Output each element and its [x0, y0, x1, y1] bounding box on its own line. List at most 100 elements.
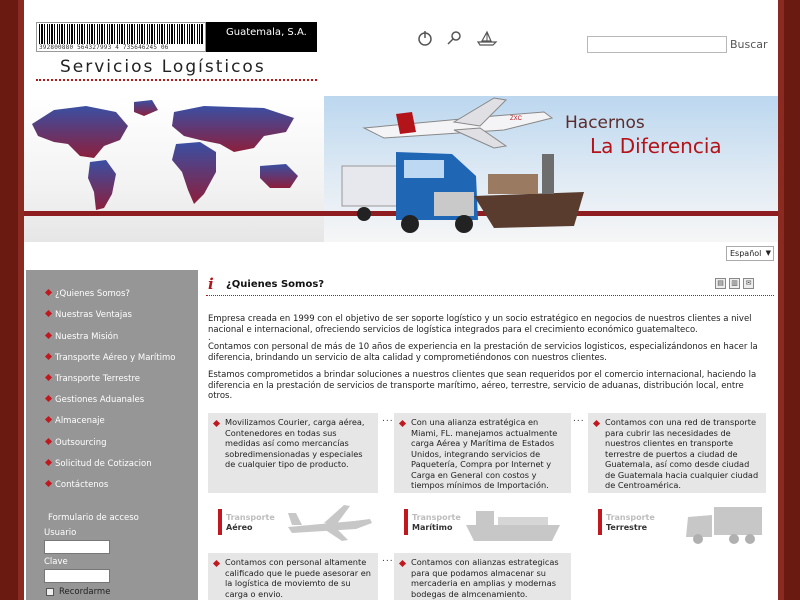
info-box-text: Contamos con una red de transporte para … — [605, 417, 759, 490]
brand-title: Servicios Logísticos — [60, 57, 266, 77]
red-bar — [404, 509, 408, 535]
pdf-icon[interactable]: ▤ — [715, 278, 726, 289]
ship-icon — [466, 511, 560, 541]
hero-banner: ZXC Hacernos La Diferencia — [24, 96, 778, 242]
transport-aereo: Transporte Aéreo — [208, 503, 378, 543]
language-select[interactable]: Español ▼ — [726, 246, 774, 261]
brand-underline — [36, 79, 317, 81]
barcode-number: 392800880 564327993 4 735646245 06 — [39, 44, 169, 51]
bullet-icon — [44, 479, 53, 488]
sidebar-item-label: Nuestra Misión — [55, 332, 119, 342]
bullet-icon — [44, 458, 53, 467]
truck-icon — [686, 507, 762, 544]
sidebar-item-aereo-maritimo[interactable]: Transporte Aéreo y Marítimo — [44, 352, 176, 363]
username-field[interactable] — [44, 540, 110, 554]
slogan-line-1: Hacernos — [565, 113, 645, 133]
sidebar-item-label: ¿Quienes Somos? — [55, 289, 130, 299]
section-divider — [206, 295, 774, 296]
sidebar-item-terrestre[interactable]: Transporte Terrestre — [44, 373, 140, 384]
info-box: Contamos con una red de transporte para … — [588, 413, 766, 493]
barcode-logo: 392800880 564327993 4 735646245 06 — [36, 22, 206, 52]
sidebar-item-quienes-somos[interactable]: ¿Quienes Somos? — [44, 288, 130, 299]
password-label: Clave — [44, 557, 68, 567]
sidebar-item-ventajas[interactable]: Nuestras Ventajas — [44, 309, 132, 320]
paragraph: Estamos comprometidos a brindar solucion… — [208, 370, 757, 401]
info-box-text: Movilizamos Courier, carga aérea, Conten… — [225, 417, 365, 469]
top-icon-bar — [416, 29, 498, 47]
search-button[interactable]: Buscar — [730, 38, 768, 51]
bullet-icon — [398, 419, 407, 428]
remember-label: Recordarme — [59, 587, 111, 597]
sidebar-item-label: Outsourcing — [55, 438, 107, 448]
transport-type: Marítimo — [412, 523, 453, 532]
transport-type: Terrestre — [606, 523, 648, 532]
frame-right-edge — [778, 0, 784, 600]
remember-me[interactable]: Recordarme — [46, 587, 110, 597]
plane-label: ZXC — [510, 116, 523, 122]
ship-graphic — [474, 154, 584, 228]
info-box: Contamos con personal altamente califica… — [208, 553, 378, 600]
paragraph: Empresa creada en 1999 con el objetivo d… — [208, 314, 752, 335]
sidebar-item-aduanales[interactable]: Gestiones Aduanales — [44, 394, 145, 405]
sidebar-item-cotizacion[interactable]: Solicitud de Cotizacion — [44, 458, 152, 469]
transport-type: Aéreo — [226, 523, 253, 532]
plane-graphic: ZXC — [362, 97, 554, 149]
page-tools: ▤ ▥ ✉ — [715, 278, 754, 289]
bullet-icon — [212, 419, 221, 428]
separator-dots: ... — [382, 554, 394, 564]
ship-icon[interactable] — [476, 29, 498, 47]
password-field[interactable] — [44, 569, 110, 583]
company-name: Guatemala, S.A. — [206, 22, 317, 52]
banner-graphics: ZXC — [32, 97, 584, 233]
print-icon[interactable]: ▥ — [729, 278, 740, 289]
info-box: Contamos con alianzas estrategicas para … — [394, 553, 571, 600]
bullet-icon — [44, 394, 53, 403]
section-header: i ¿Quienes Somos? ▤ ▥ ✉ — [206, 274, 766, 294]
slogan-line-2: La Diferencia — [590, 134, 722, 158]
language-selected: Español — [730, 249, 762, 258]
sidebar-item-label: Transporte Aéreo y Marítimo — [55, 353, 176, 363]
bullet-icon — [44, 352, 53, 361]
info-box: Movilizamos Courier, carga aérea, Conten… — [208, 413, 378, 493]
sidebar-item-label: Transporte Terrestre — [55, 374, 140, 384]
separator-dots: ... — [573, 414, 585, 424]
sidebar-item-label: Nuestras Ventajas — [55, 310, 132, 320]
truck-graphic — [341, 152, 478, 233]
info-box-text: Con una alianza estratégica en Miami, FL… — [411, 417, 558, 490]
bullet-icon — [592, 419, 601, 428]
sidebar-item-label: Contáctenos — [55, 480, 109, 490]
sidebar-item-contactenos[interactable]: Contáctenos — [44, 479, 109, 490]
sidebar: ¿Quienes Somos? Nuestras Ventajas Nuestr… — [26, 270, 198, 600]
sidebar-item-label: Solicitud de Cotizacion — [55, 459, 152, 469]
world-map — [32, 100, 298, 210]
power-icon[interactable] — [416, 29, 434, 47]
sidebar-item-almacenaje[interactable]: Almacenaje — [44, 415, 105, 426]
transport-label: Transporte — [226, 513, 275, 522]
sidebar-item-label: Almacenaje — [55, 416, 105, 426]
bullet-icon — [44, 373, 53, 382]
chevron-down-icon: ▼ — [765, 249, 771, 257]
remember-checkbox[interactable] — [46, 587, 54, 596]
red-bar — [598, 509, 602, 535]
transport-label: Transporte — [412, 513, 461, 522]
bullet-icon — [44, 331, 53, 340]
sidebar-item-mision[interactable]: Nuestra Misión — [44, 331, 119, 342]
barcode-bars — [39, 24, 203, 44]
page-title: ¿Quienes Somos? — [226, 279, 325, 290]
info-icon: i — [208, 275, 214, 293]
sidebar-item-outsourcing[interactable]: Outsourcing — [44, 437, 107, 448]
paragraph: Contamos con personal de más de 10 años … — [208, 342, 758, 363]
search-icon[interactable] — [446, 29, 464, 47]
username-label: Usuario — [44, 528, 77, 538]
bullet-icon — [44, 288, 53, 297]
separator-dots: ... — [382, 414, 394, 424]
transport-terrestre: Transporte Terrestre — [588, 503, 766, 544]
bullet-icon — [212, 559, 221, 568]
bullet-icon — [44, 415, 53, 424]
email-icon[interactable]: ✉ — [743, 278, 754, 289]
search-input[interactable] — [587, 36, 727, 53]
info-box-text: Contamos con alianzas estrategicas para … — [411, 557, 559, 599]
bullet-icon — [44, 309, 53, 318]
sidebar-item-label: Gestiones Aduanales — [55, 395, 145, 405]
transport-label: Transporte — [606, 513, 655, 522]
